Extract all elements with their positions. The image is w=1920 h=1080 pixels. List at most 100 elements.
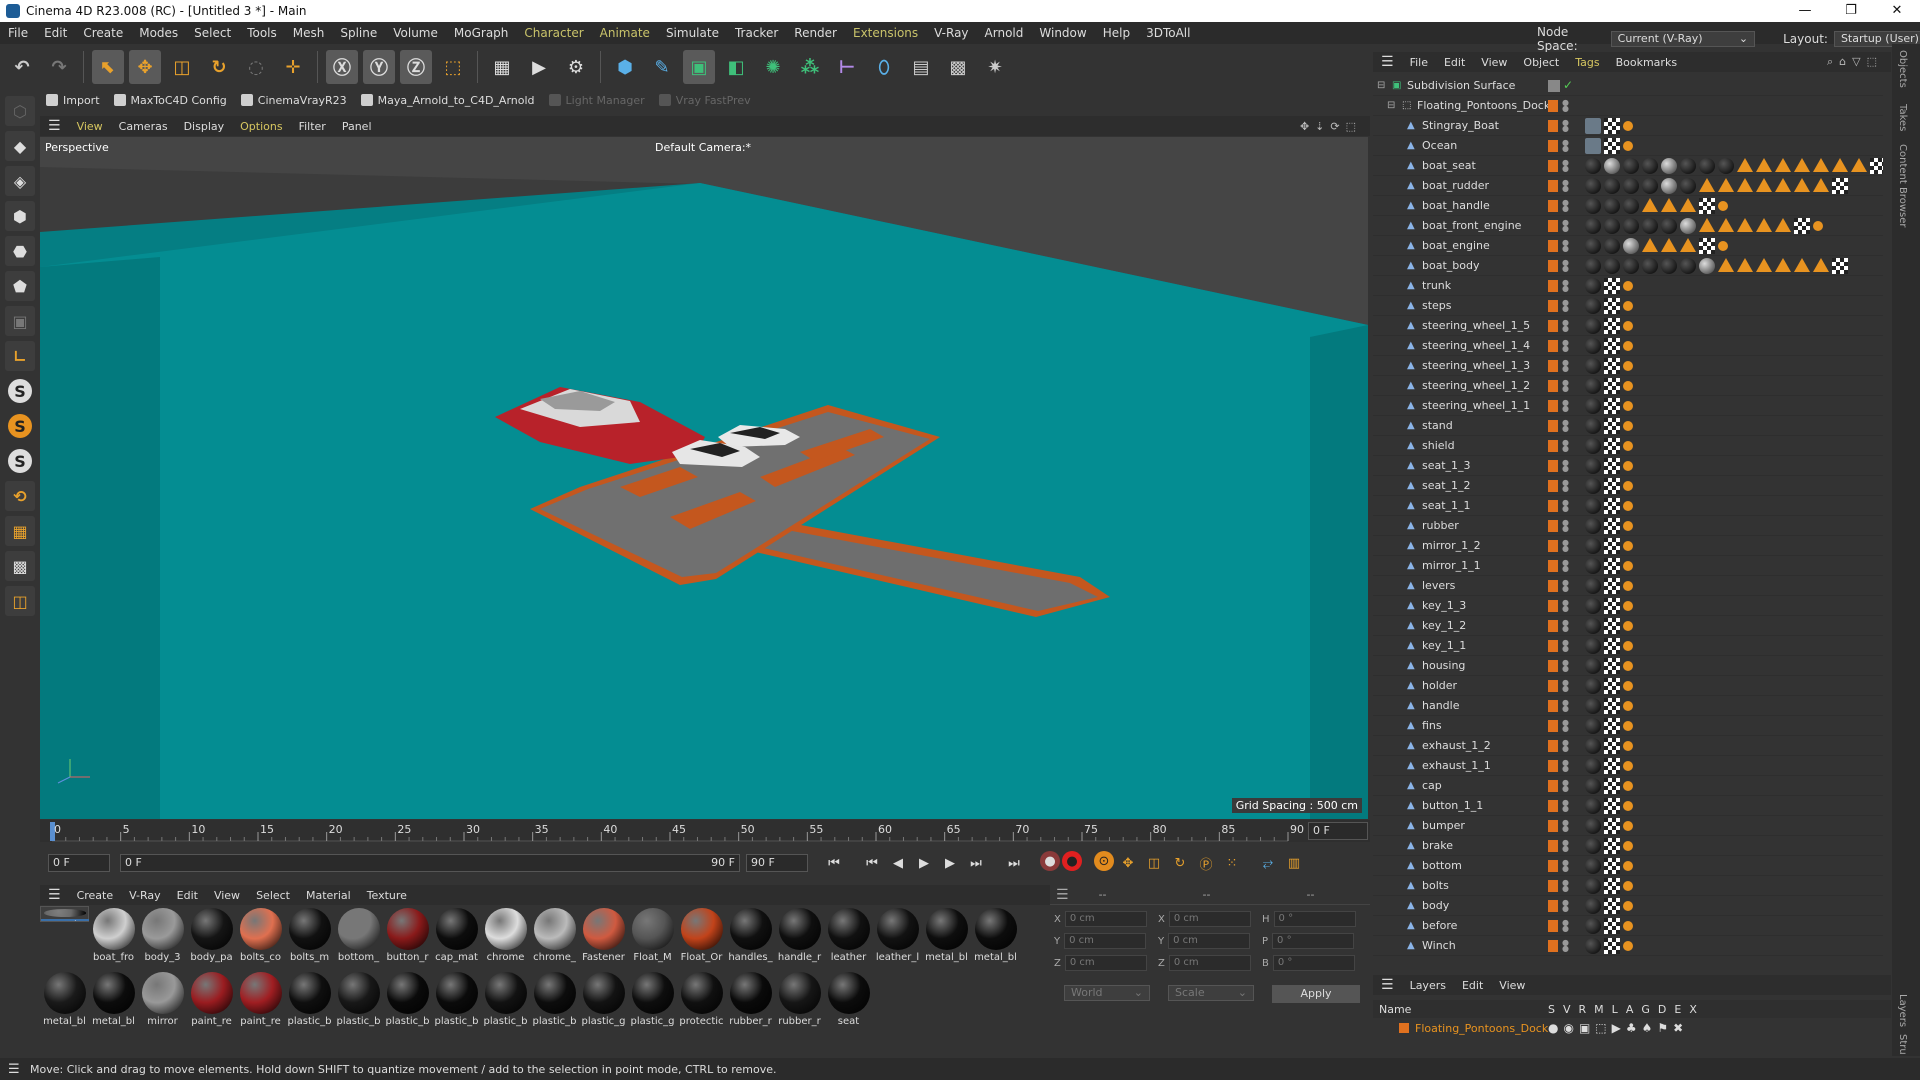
menu-mograph[interactable]: MoGraph — [446, 26, 517, 40]
visibility-dots[interactable]: ● ● — [1562, 379, 1569, 393]
material-tag-icon[interactable] — [1680, 158, 1696, 174]
live-select-icon[interactable]: ◌ — [240, 50, 272, 84]
uvw-tag-icon[interactable] — [1604, 338, 1620, 354]
selection-tag-icon[interactable] — [1737, 258, 1753, 272]
phong-tag-icon[interactable] — [1623, 281, 1633, 291]
tab-structure[interactable]: Stru — [1897, 1034, 1908, 1055]
texture-mode-icon[interactable]: ◈ — [5, 166, 35, 196]
layer-color-chip[interactable] — [1548, 720, 1558, 732]
visibility-dots[interactable]: ● ● — [1562, 639, 1569, 653]
menu-spline[interactable]: Spline — [332, 26, 385, 40]
layer-color-chip[interactable] — [1548, 700, 1558, 712]
collapse-icon[interactable]: ⊟ — [1377, 80, 1387, 92]
visibility-dots[interactable]: ● ● — [1562, 259, 1569, 273]
polygon-mode-icon[interactable]: ⬟ — [5, 271, 35, 301]
tree-item[interactable]: ▲ bolts ● ● — [1373, 876, 1883, 896]
selection-tag-icon[interactable] — [1775, 158, 1791, 172]
tree-item[interactable]: ▲ mirror_1_2 ● ● — [1373, 536, 1883, 556]
visibility-dots[interactable]: ● ● — [1562, 179, 1569, 193]
menu-arnold[interactable]: Arnold — [977, 26, 1032, 40]
material-tag-icon[interactable] — [1585, 818, 1601, 834]
menu-modes[interactable]: Modes — [131, 26, 186, 40]
pos-x-field[interactable]: 0 cm — [1064, 911, 1147, 927]
menu-create[interactable]: Create — [75, 26, 131, 40]
uvw-tag-icon[interactable] — [1604, 558, 1620, 574]
vp-menu-panel[interactable]: Panel — [334, 120, 380, 133]
start-frame-field[interactable]: 0 F — [48, 854, 110, 872]
visibility-dots[interactable]: ● ● — [1562, 199, 1569, 213]
size-x-field[interactable]: 0 cm — [1168, 911, 1251, 927]
material-tag-icon[interactable] — [1585, 798, 1601, 814]
menu-vray[interactable]: V-Ray — [926, 26, 976, 40]
selection-tag-icon[interactable] — [1794, 158, 1810, 172]
visibility-dots[interactable]: ● ● — [1562, 359, 1569, 373]
model-mode-icon[interactable]: ⬡ — [5, 96, 35, 126]
enabled-check-icon[interactable]: ✓ — [1563, 78, 1573, 92]
obj-menu-view[interactable]: View — [1473, 56, 1515, 69]
key-parameter-icon[interactable]: Ⓟ — [1194, 851, 1218, 875]
tree-item[interactable]: ▲ boat_engine ● ● — [1373, 236, 1883, 256]
uvw-tag-icon[interactable] — [1604, 378, 1620, 394]
material-tag-icon[interactable] — [1585, 598, 1601, 614]
object-mode-icon[interactable]: ◆ — [5, 131, 35, 161]
tree-item[interactable]: ▲ Winch ● ● — [1373, 936, 1883, 956]
object-manager-tools-icons[interactable]: ⌕⌂▽⬚ — [1827, 55, 1883, 69]
material-swatch[interactable]: button_r — [383, 906, 432, 970]
layer-color-chip[interactable] — [1548, 260, 1558, 272]
visibility-toggle[interactable] — [1548, 80, 1560, 92]
material-tag-icon[interactable] — [1585, 278, 1601, 294]
tab-takes[interactable]: Takes — [1897, 104, 1908, 131]
layer-color-chip[interactable] — [1548, 420, 1558, 432]
phong-tag-icon[interactable] — [1623, 741, 1633, 751]
pos-z-field[interactable]: 0 cm — [1064, 955, 1147, 971]
hamburger-icon[interactable]: ☰ — [1373, 54, 1402, 70]
maxtoc4d-config-button[interactable]: MaxToC4D Config — [113, 94, 227, 107]
tree-item[interactable]: ▲ levers ● ● — [1373, 576, 1883, 596]
visibility-dots[interactable]: ● ● — [1562, 319, 1569, 333]
layer-col-header[interactable]: G — [1641, 1003, 1650, 1016]
size-y-field[interactable]: 0 cm — [1168, 933, 1251, 949]
selection-tag-icon[interactable] — [1718, 258, 1734, 272]
rot-h-field[interactable]: 0 ° — [1273, 911, 1356, 927]
layer-color-chip[interactable] — [1548, 240, 1558, 252]
workplane-icon[interactable]: S — [8, 449, 32, 473]
tree-item[interactable]: ▲ holder ● ● — [1373, 676, 1883, 696]
tree-item[interactable]: ▲ brake ● ● — [1373, 836, 1883, 856]
material-tag-icon[interactable] — [1661, 178, 1677, 194]
rotate-tool-icon[interactable]: ↻ — [203, 50, 235, 84]
tree-item[interactable]: ▲ boat_handle ● ● — [1373, 196, 1883, 216]
cloner-icon[interactable]: ✺ — [757, 50, 789, 84]
object-tag-icon[interactable] — [1585, 138, 1601, 154]
layer-color-chip[interactable] — [1548, 320, 1558, 332]
visibility-dots[interactable]: ● ● — [1562, 99, 1569, 113]
menu-render[interactable]: Render — [786, 26, 845, 40]
camera-label[interactable]: Default Camera:* — [655, 141, 751, 154]
layer-color-chip[interactable] — [1548, 620, 1558, 632]
material-swatch[interactable]: body_pa — [187, 906, 236, 970]
layer-color-chip[interactable] — [1548, 560, 1558, 572]
material-swatch[interactable]: metal_bl — [40, 970, 89, 1034]
tree-item[interactable]: ▲ steps ● ● — [1373, 296, 1883, 316]
material-tag-icon[interactable] — [1585, 358, 1601, 374]
extrude-icon[interactable]: ◧ — [720, 50, 752, 84]
collapse-icon[interactable]: ⊟ — [1387, 100, 1397, 112]
preview-range-slider[interactable]: 0 F 90 F — [120, 854, 740, 872]
key-pla-icon[interactable]: ⁙ — [1220, 851, 1244, 875]
vp-menu-options[interactable]: Options — [232, 120, 290, 133]
uvw-tag-icon[interactable] — [1604, 458, 1620, 474]
phong-tag-icon[interactable] — [1623, 121, 1633, 131]
phong-tag-icon[interactable] — [1623, 641, 1633, 651]
layer-color-chip[interactable] — [1548, 520, 1558, 532]
material-tag-icon[interactable] — [1585, 218, 1601, 234]
render-picture-viewer-icon[interactable]: ▶ — [523, 50, 555, 84]
timeline-ruler[interactable]: 0 5 10 15 20 25 30 35 40 45 50 55 60 65 70 75 80 85 90 0 F — [40, 820, 1370, 842]
obj-menu-object[interactable]: Object — [1515, 56, 1567, 69]
layer-color-chip[interactable] — [1548, 640, 1558, 652]
uvw-tag-icon[interactable] — [1699, 238, 1715, 254]
visibility-dots[interactable]: ● ● — [1562, 839, 1569, 853]
material-tag-icon[interactable] — [1623, 238, 1639, 254]
uvw-tag-icon[interactable] — [1604, 418, 1620, 434]
uvw-tag-icon[interactable] — [1604, 778, 1620, 794]
tree-item[interactable]: ▲ boat_rudder ● ● — [1373, 176, 1883, 196]
selection-tag-icon[interactable] — [1794, 178, 1810, 192]
